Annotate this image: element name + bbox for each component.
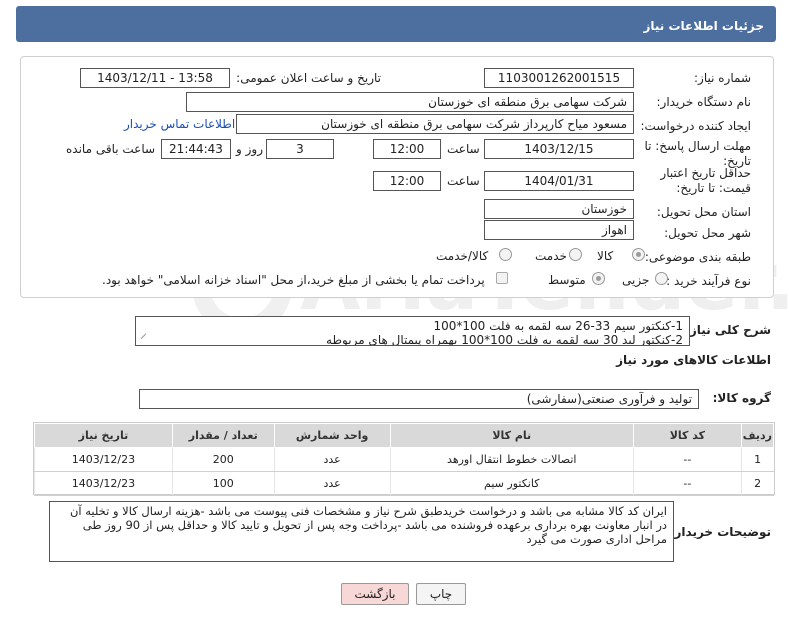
goods-group-field: تولید و فرآوری صنعتی(سفارشی) bbox=[139, 389, 699, 409]
buyer-notes-textarea: ایران کد کالا مشابه می باشد و درخواست خر… bbox=[49, 501, 674, 562]
row-code: -- bbox=[633, 447, 742, 472]
print-button[interactable]: چاپ bbox=[416, 583, 466, 605]
province-label: استان محل تحویل: bbox=[656, 205, 751, 219]
category-goods-service-label: کالا/خدمت bbox=[436, 249, 489, 263]
treasury-payment-checkbox[interactable] bbox=[496, 272, 508, 284]
row-code: -- bbox=[633, 471, 742, 496]
process-minor-radio[interactable] bbox=[655, 272, 668, 285]
buyer-notes-label: توضیحات خریدار: bbox=[669, 525, 771, 539]
col-unit-header: واحد شمارش bbox=[273, 423, 391, 448]
requester-field: مسعود میاح کارپرداز شرکت سهامی برق منطقه… bbox=[236, 114, 634, 134]
announce-date-label: تاریخ و ساعت اعلان عمومی: bbox=[236, 71, 381, 85]
deadline-label: مهلت ارسال پاسخ: تا تاریخ: bbox=[644, 139, 751, 168]
summary-label: شرح کلی نیاز: bbox=[685, 323, 771, 337]
category-goods-label: کالا bbox=[597, 249, 614, 263]
goods-section-title: اطلاعات کالاهای مورد نیاز bbox=[616, 353, 771, 367]
col-code-header: کد کالا bbox=[633, 423, 742, 448]
buyer-org-label: نام دستگاه خریدار: bbox=[656, 95, 752, 109]
row-unit: عدد bbox=[273, 471, 391, 496]
category-service-label: خدمت bbox=[535, 249, 567, 263]
row-index: 1 bbox=[740, 447, 774, 472]
row-qty: 100 bbox=[171, 471, 275, 496]
page-header: جزئیات اطلاعات نیاز bbox=[16, 6, 776, 42]
requester-label: ایجاد کننده درخواست: bbox=[640, 119, 751, 133]
days-remaining-field: 3 bbox=[266, 139, 334, 159]
row-name: کانکتور سیم bbox=[389, 471, 634, 496]
city-field: اهواز bbox=[484, 220, 634, 240]
category-goods-service-radio[interactable] bbox=[499, 248, 512, 261]
goods-table: ردیف کد کالا نام کالا واحد شمارش تعداد /… bbox=[34, 423, 775, 496]
category-label: طبقه بندی موضوعی: bbox=[644, 250, 751, 264]
goods-group-label: گروه کالا: bbox=[712, 391, 771, 405]
row-index: 2 bbox=[740, 471, 774, 496]
row-date: 1403/12/23 bbox=[34, 471, 173, 496]
validity-label: حداقل تاریخ اعتبار قیمت: تا تاریخ: bbox=[660, 166, 751, 195]
province-field: خوزستان bbox=[484, 199, 634, 219]
row-date: 1403/12/23 bbox=[34, 447, 173, 472]
col-name-header: نام کالا bbox=[389, 423, 635, 448]
col-row-header: ردیف bbox=[740, 423, 775, 448]
process-minor-label: جزیی bbox=[622, 273, 650, 287]
process-label: نوع فرآیند خرید : bbox=[666, 274, 751, 288]
buyer-org-field: شرکت سهامی برق منطقه ای خوزستان bbox=[186, 92, 634, 112]
table-row: 2 -- کانکتور سیم عدد 100 1403/12/23 bbox=[34, 471, 774, 496]
need-number-label: شماره نیاز: bbox=[694, 71, 751, 85]
goods-table-container: ردیف کد کالا نام کالا واحد شمارش تعداد /… bbox=[33, 422, 775, 496]
row-unit: عدد bbox=[273, 447, 391, 472]
category-service-radio[interactable] bbox=[569, 248, 582, 261]
validity-time-field: 12:00 bbox=[373, 171, 441, 191]
table-row: 1 -- اتصالات خطوط انتقال اورهد عدد 200 1… bbox=[34, 447, 774, 472]
deadline-date-field: 1403/12/15 bbox=[484, 139, 634, 159]
need-number-field: 1103001262001515 bbox=[484, 68, 634, 88]
process-medium-label: متوسط bbox=[548, 273, 586, 287]
col-qty-header: تعداد / مقدار bbox=[171, 423, 275, 448]
buyer-contact-link[interactable]: اطلاعات تماس خریدار bbox=[124, 117, 235, 131]
deadline-time-label: ساعت bbox=[447, 142, 480, 156]
row-name: اتصالات خطوط انتقال اورهد bbox=[389, 447, 634, 472]
days-label: روز و bbox=[236, 142, 263, 156]
back-button[interactable]: بازگشت bbox=[341, 583, 409, 605]
validity-date-field: 1404/01/31 bbox=[484, 171, 634, 191]
process-medium-radio[interactable] bbox=[592, 272, 605, 285]
col-date-header: تاریخ نیاز bbox=[34, 423, 173, 448]
summary-textarea: 1-کنکتور سیم 33-26 سه لقمه به فلت 100*10… bbox=[135, 316, 690, 346]
deadline-time-field: 12:00 bbox=[373, 139, 441, 159]
city-label: شهر محل تحویل: bbox=[664, 226, 751, 240]
treasury-payment-note: پرداخت تمام یا بخشی از مبلغ خرید،از محل … bbox=[102, 273, 485, 287]
summary-line-1: 1-کنکتور سیم 33-26 سه لقمه به فلت 100*10… bbox=[433, 319, 684, 333]
summary-line-2: 2-کنکتور لید 30 سه لقمه به فلت 100*100 ب… bbox=[326, 333, 683, 346]
remaining-time-label: ساعت باقی مانده bbox=[66, 142, 156, 156]
remaining-time-field: 21:44:43 bbox=[161, 139, 231, 159]
validity-time-label: ساعت bbox=[447, 174, 480, 188]
goods-table-header-row: ردیف کد کالا نام کالا واحد شمارش تعداد /… bbox=[34, 423, 775, 448]
row-qty: 200 bbox=[171, 447, 275, 472]
announce-date-field: 1403/12/11 - 13:58 bbox=[80, 68, 230, 88]
category-goods-radio[interactable] bbox=[632, 248, 645, 261]
